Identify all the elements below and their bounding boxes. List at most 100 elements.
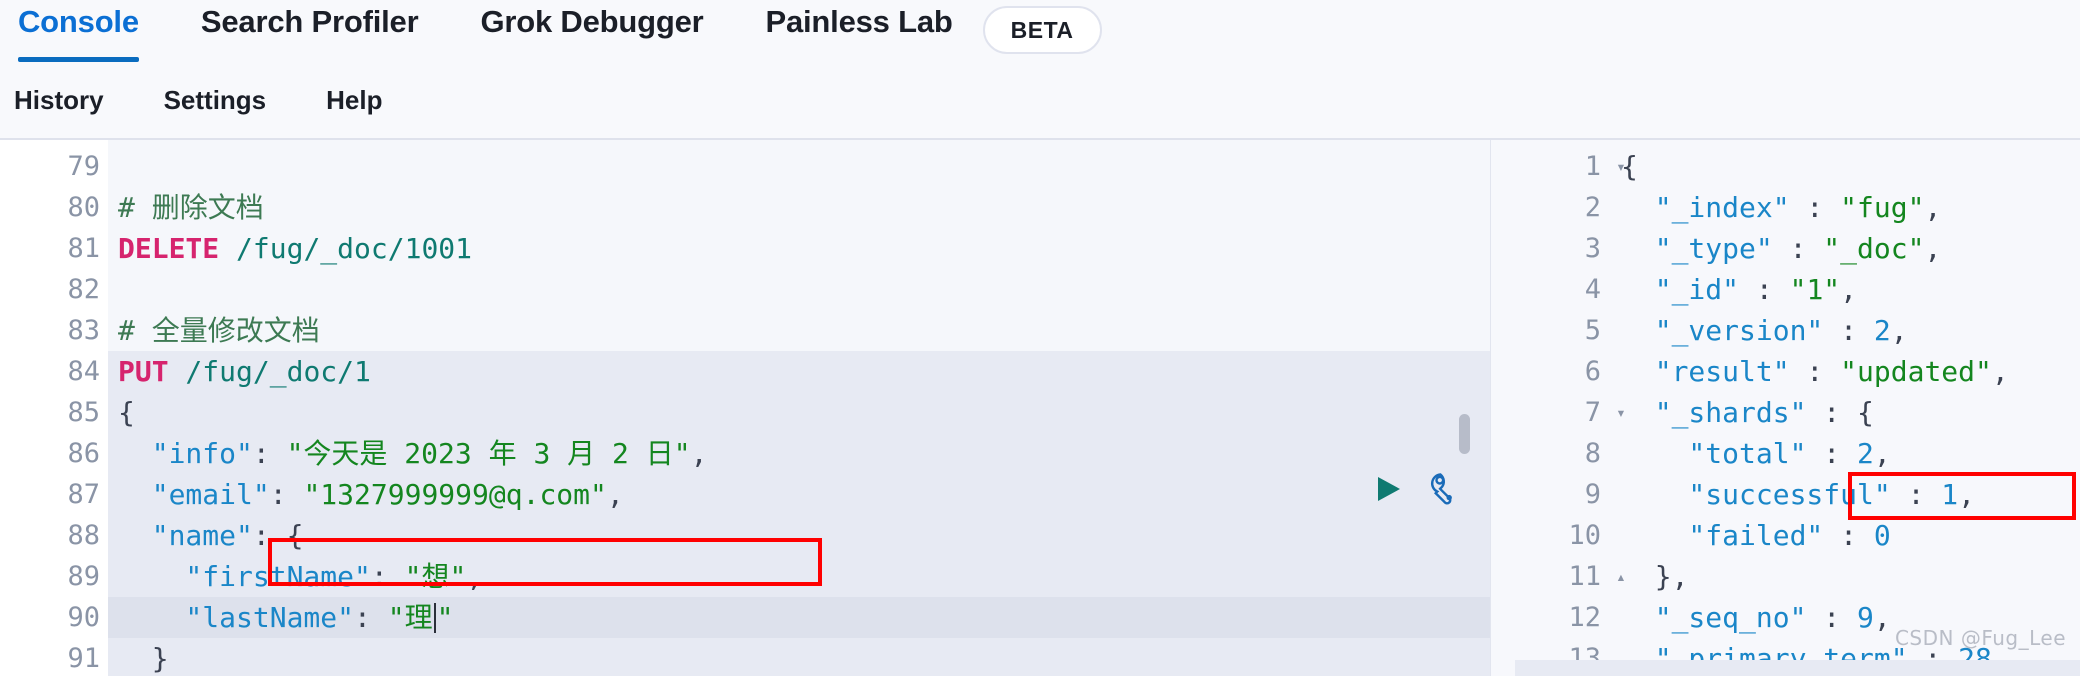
code-token: "_type" bbox=[1621, 232, 1773, 265]
tab-label: Painless Lab bbox=[765, 4, 953, 39]
code-token: "_index" bbox=[1621, 191, 1790, 224]
code-line[interactable]: { bbox=[108, 392, 1490, 433]
code-line[interactable]: "name": { bbox=[108, 515, 1490, 556]
code-line[interactable] bbox=[108, 146, 1490, 187]
code-token: : bbox=[1823, 314, 1874, 347]
code-token: : bbox=[354, 601, 388, 634]
code-line[interactable]: "lastName": "理 " bbox=[108, 597, 1490, 638]
line-number: 80 bbox=[0, 187, 108, 228]
code-line[interactable]: PUT /fug/_doc/1 bbox=[108, 351, 1490, 392]
code-line[interactable]: # 全量修改文档 bbox=[108, 310, 1490, 351]
code-token: : bbox=[1890, 478, 1942, 511]
code-line[interactable] bbox=[108, 269, 1490, 310]
code-token: : bbox=[1806, 601, 1858, 634]
line-number: 91▴ bbox=[0, 638, 124, 676]
line-number-text: 89 bbox=[67, 561, 100, 592]
primary-tab-bar: Console Search Profiler Grok Debugger Painl… bbox=[0, 0, 2080, 64]
request-gutter[interactable]: 79808182838485▾868788▾899091▴92▴ bbox=[0, 140, 125, 676]
code-token: "1327999999@q.com" bbox=[303, 478, 607, 511]
code-line[interactable]: "_version" : 2, bbox=[1611, 310, 2080, 351]
code-token: { bbox=[1621, 150, 1638, 183]
line-number-text: 9 bbox=[1584, 479, 1601, 510]
code-token: : bbox=[1789, 355, 1841, 388]
tab-painless-lab[interactable]: Painless Lab bbox=[765, 0, 952, 62]
line-number-text: 11 bbox=[1568, 561, 1601, 592]
code-token: "_id" bbox=[1621, 273, 1740, 306]
line-number: 6 bbox=[1515, 351, 1611, 392]
code-token: : bbox=[269, 478, 304, 511]
code-line[interactable]: } bbox=[108, 638, 1490, 676]
line-number: 84 bbox=[0, 351, 108, 392]
tab-label: Console bbox=[18, 4, 139, 39]
code-line[interactable]: "_index" : "fug", bbox=[1611, 187, 2080, 228]
code-line[interactable]: "total" : 2, bbox=[1611, 433, 2080, 474]
code-line[interactable]: DELETE /fug/_doc/1001 bbox=[108, 228, 1490, 269]
code-line[interactable]: { bbox=[1611, 146, 2080, 187]
tab-grok-debugger[interactable]: Grok Debugger bbox=[480, 0, 703, 62]
tab-search-profiler[interactable]: Search Profiler bbox=[201, 0, 419, 62]
code-line[interactable]: "failed" : 0 bbox=[1611, 515, 2080, 556]
request-editor-pane[interactable]: 79808182838485▾868788▾899091▴92▴ # 删除文档D… bbox=[0, 140, 1491, 676]
code-token: "failed" bbox=[1621, 519, 1824, 552]
wrench-icon[interactable] bbox=[1426, 470, 1464, 513]
code-line[interactable]: "successful" : 1, bbox=[1611, 474, 2080, 515]
code-line[interactable]: }, bbox=[1611, 556, 2080, 597]
request-code[interactable]: # 删除文档 DELETE /fug/_doc/1001 # 全量修改文档 PUT /… bbox=[108, 140, 1490, 676]
code-token: "lastName" bbox=[118, 601, 355, 634]
line-number: 1 ▾ bbox=[1515, 146, 1626, 187]
line-number-text: 87 bbox=[67, 479, 100, 510]
line-number-text: 81 bbox=[67, 233, 100, 264]
code-line[interactable]: "email": "1327999999@q.com", bbox=[108, 474, 1490, 515]
code-token: , bbox=[1840, 273, 1858, 306]
code-token: , bbox=[606, 478, 624, 511]
line-number: 87 bbox=[0, 474, 108, 515]
code-token: { bbox=[1857, 396, 1874, 429]
code-line[interactable]: "firstName": "想", bbox=[108, 556, 1490, 597]
line-number: 81 bbox=[0, 228, 108, 269]
request-scrollbar-thumb[interactable] bbox=[1459, 414, 1470, 454]
console-sub-nav: History Settings Help bbox=[0, 62, 2080, 138]
code-token: PUT bbox=[118, 355, 169, 388]
code-token: "result" bbox=[1621, 355, 1790, 388]
code-token: : bbox=[1823, 519, 1874, 552]
subnav-item-history[interactable]: History bbox=[14, 85, 104, 116]
code-token: "name" bbox=[118, 519, 253, 552]
line-number-text: 91 bbox=[67, 643, 100, 674]
line-number-text: 6 bbox=[1584, 356, 1601, 387]
line-number: 11 ▴ bbox=[1515, 556, 1625, 597]
code-line[interactable]: "result" : "updated", bbox=[1611, 351, 2080, 392]
line-number-text: 12 bbox=[1568, 602, 1601, 633]
line-number-text: 7 bbox=[1584, 397, 1601, 428]
line-number-text: 80 bbox=[67, 192, 100, 223]
subnav-item-settings[interactable]: Settings bbox=[164, 85, 267, 116]
code-token: : bbox=[1806, 437, 1858, 470]
response-viewer-pane[interactable]: 1▾234567▾891011▴121314▴ { "_index" : "fu… bbox=[1515, 140, 2080, 676]
subnav-item-help[interactable]: Help bbox=[326, 85, 382, 116]
code-token: "_version" bbox=[1621, 314, 1824, 347]
code-line[interactable]: "info": "今天是 2023 年 3 月 2 日", bbox=[108, 433, 1490, 474]
play-icon[interactable] bbox=[1370, 472, 1404, 511]
code-token: } bbox=[118, 642, 169, 675]
code-token: }, bbox=[1621, 560, 1689, 593]
code-token: " bbox=[436, 601, 454, 634]
response-gutter[interactable]: 1▾234567▾891011▴121314▴ bbox=[1515, 140, 1626, 676]
tab-console[interactable]: Console bbox=[18, 0, 139, 62]
request-action-icons[interactable] bbox=[1370, 470, 1464, 513]
line-number-text: 84 bbox=[67, 356, 100, 387]
line-number-text: 2 bbox=[1584, 192, 1601, 223]
tab-label: Grok Debugger bbox=[480, 4, 704, 39]
code-line[interactable]: "_shards" : { bbox=[1611, 392, 2080, 433]
line-number: 3 bbox=[1515, 228, 1611, 269]
code-token: "successful" bbox=[1621, 478, 1891, 511]
code-token: "_shards" bbox=[1621, 396, 1807, 429]
line-number: 90 bbox=[0, 597, 108, 638]
response-code[interactable]: { "_index" : "fug", "_type" : "_doc", "_… bbox=[1611, 140, 2080, 676]
code-token: /fug/_doc/1001 bbox=[219, 232, 473, 265]
code-line[interactable]: # 删除文档 bbox=[108, 187, 1490, 228]
code-line[interactable]: "_id" : "1", bbox=[1611, 269, 2080, 310]
line-number-text: 79 bbox=[67, 151, 100, 182]
text-cursor bbox=[433, 603, 436, 633]
line-number-text: 8 bbox=[1584, 438, 1601, 469]
code-line[interactable]: "_type" : "_doc", bbox=[1611, 228, 2080, 269]
line-number-text: 85 bbox=[67, 397, 100, 428]
